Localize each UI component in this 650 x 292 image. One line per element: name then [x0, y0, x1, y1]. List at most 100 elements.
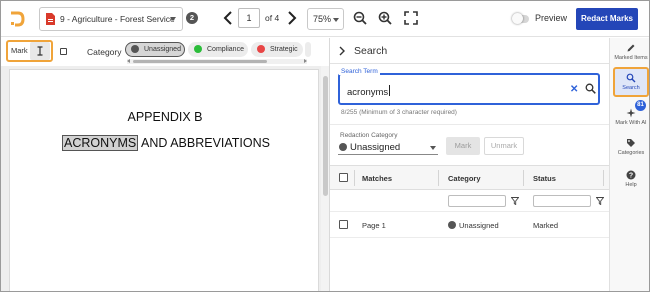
rail-item-marked-items[interactable]: Marked Items — [610, 43, 649, 61]
column-header-matches[interactable]: Matches — [362, 174, 392, 183]
clear-search-icon[interactable]: ✕ — [570, 84, 578, 95]
search-input[interactable]: acronyms — [347, 85, 391, 98]
search-input-value: acronyms — [347, 87, 389, 98]
status-filter-input[interactable] — [533, 195, 591, 207]
fullscreen-icon[interactable] — [404, 11, 418, 25]
search-panel-title: Search — [354, 45, 388, 57]
document-page[interactable]: APPENDIX B ACRONYMS AND ABBREVIATIONS — [9, 69, 319, 291]
unassigned-dot-icon — [339, 143, 347, 151]
chip-label: Strategic — [270, 46, 298, 53]
search-panel-header: Search — [330, 38, 609, 64]
markup-toolbar: Mark Category Unassigned Compliance Stra… — [1, 38, 329, 66]
filter-icon[interactable] — [511, 197, 519, 205]
search-term-field[interactable]: Search Term acronyms ✕ — [338, 68, 600, 105]
mark-button[interactable]: Mark — [446, 137, 480, 155]
redact-marks-button[interactable]: Redact Marks — [576, 8, 638, 30]
search-match-highlight[interactable]: ACRONYMS — [62, 135, 139, 151]
chip-label: Compliance — [207, 46, 244, 53]
table-header: Matches Category Status — [330, 166, 609, 190]
document-scrollbar[interactable] — [321, 66, 329, 291]
page-number-input[interactable]: 1 — [238, 8, 260, 28]
zoom-value: 75% — [313, 14, 332, 24]
status-cell: Marked — [533, 221, 559, 230]
zoom-select[interactable]: 75% — [307, 8, 344, 30]
search-length-hint: 8/255 (Minimum of 3 character required) — [341, 109, 457, 116]
category-chip-strategic[interactable]: Strategic — [251, 42, 303, 57]
table-row[interactable]: Page 1 Unassigned Marked — [330, 212, 609, 238]
scroll-right-icon[interactable] — [304, 59, 307, 63]
category-filter-input[interactable] — [448, 195, 506, 207]
zoom-out-icon[interactable] — [353, 11, 367, 25]
category-cell: Unassigned — [459, 221, 499, 230]
page-total: of 4 — [265, 13, 280, 23]
scrollbar-thumb[interactable] — [133, 60, 267, 63]
right-sidebar: Marked Items Search Mark With AI 81 Cate… — [609, 38, 649, 291]
pdf-file-icon — [46, 13, 55, 25]
svg-text:?: ? — [629, 173, 633, 180]
chips-scrollbar[interactable] — [127, 59, 307, 64]
match-cell[interactable]: Page 1 — [362, 221, 386, 230]
column-header-status[interactable]: Status — [533, 174, 556, 183]
column-divider — [603, 170, 604, 186]
category-chip-more[interactable] — [305, 42, 311, 57]
top-toolbar: 9 - Agriculture - Forest Service 2 1 of … — [1, 1, 649, 37]
tags-icon — [627, 139, 635, 147]
chevron-down-icon — [430, 146, 436, 150]
document-selector[interactable]: 9 - Agriculture - Forest Service — [39, 7, 183, 31]
rail-item-help[interactable]: ? Help — [610, 170, 649, 188]
ai-sparkle-icon — [626, 108, 636, 118]
rail-item-mark-with-ai[interactable]: Mark With AI — [610, 108, 649, 126]
filter-icon[interactable] — [596, 197, 604, 205]
unmark-button[interactable]: Unmark — [484, 137, 524, 155]
column-divider — [354, 170, 355, 186]
category-chip-unassigned[interactable]: Unassigned — [125, 42, 185, 57]
app-window: 9 - Agriculture - Forest Service 2 1 of … — [0, 0, 650, 292]
mark-tool-group[interactable]: Mark — [6, 40, 53, 62]
redaction-category-value: Unassigned — [350, 142, 401, 153]
text-select-tool-button[interactable] — [30, 42, 50, 60]
column-divider — [438, 170, 439, 186]
search-term-label: Search Term — [339, 68, 380, 75]
unassigned-dot-icon — [131, 45, 139, 53]
rail-item-categories[interactable]: Categories — [610, 138, 649, 156]
redaction-category-select[interactable]: Unassigned — [338, 139, 438, 155]
row-checkbox[interactable] — [339, 220, 348, 229]
app-logo-icon — [11, 11, 25, 27]
chip-label: Unassigned — [144, 46, 181, 53]
unassigned-dot-icon — [448, 221, 456, 229]
category-chip-compliance[interactable]: Compliance — [188, 42, 248, 57]
mark-label: Mark — [11, 46, 28, 55]
pen-icon — [627, 44, 635, 52]
select-all-checkbox[interactable] — [339, 173, 348, 182]
heading-rest: AND ABBREVIATIONS — [138, 136, 270, 150]
chevron-right-icon[interactable] — [338, 46, 346, 56]
next-page-icon[interactable] — [285, 10, 299, 26]
search-icon — [626, 73, 636, 83]
matches-table: Matches Category Status Page 1 Unassigne… — [330, 165, 609, 291]
document-name: 9 - Agriculture - Forest Service — [60, 14, 175, 24]
scroll-left-icon[interactable] — [127, 59, 130, 63]
zoom-in-icon[interactable] — [378, 11, 392, 25]
text-cursor-icon — [37, 46, 43, 56]
square-icon — [60, 48, 67, 55]
rail-label: Mark With AI — [615, 120, 647, 126]
document-count-badge: 2 — [186, 12, 198, 24]
area-select-tool-button[interactable] — [57, 44, 71, 58]
chevron-down-icon — [170, 17, 176, 21]
appendix-heading: APPENDIX B — [127, 110, 203, 124]
previous-page-icon[interactable] — [221, 10, 235, 26]
search-panel: Search Search Term acronyms ✕ 8/255 (Min… — [330, 38, 609, 291]
preview-toggle[interactable] — [512, 13, 529, 24]
chevron-down-icon — [333, 18, 339, 22]
scrollbar-thumb[interactable] — [323, 76, 328, 196]
help-icon: ? — [626, 170, 636, 180]
column-header-category[interactable]: Category — [448, 174, 481, 183]
preview-toggle-knob — [512, 13, 523, 24]
rail-label: Marked Items — [614, 55, 648, 61]
filter-row — [330, 190, 609, 212]
compliance-dot-icon — [194, 45, 202, 53]
redaction-category-label: Redaction Category — [340, 132, 398, 139]
ai-count-badge: 81 — [635, 100, 646, 111]
search-icon[interactable] — [585, 83, 596, 94]
rail-item-search[interactable]: Search — [613, 67, 649, 97]
